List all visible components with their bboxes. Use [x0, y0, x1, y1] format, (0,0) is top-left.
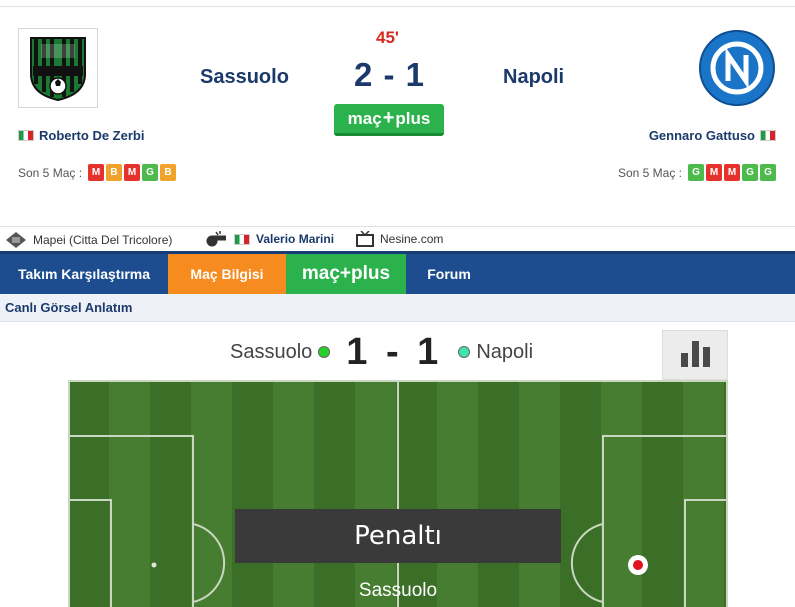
live-away-name: Napoli	[476, 340, 534, 363]
home-color-dot	[318, 346, 331, 358]
away-last-five-form: Son 5 Maç : G M M G G	[618, 164, 776, 181]
match-score: 2 - 1	[354, 56, 426, 93]
home-coach-name[interactable]: Roberto De Zerbi	[39, 128, 144, 143]
form-badge[interactable]: B	[160, 164, 177, 181]
ball-dot-icon	[633, 560, 643, 570]
tab-macplus[interactable]: maç+plus	[286, 254, 406, 294]
form-badge[interactable]: G	[760, 164, 776, 181]
tv-icon	[356, 231, 374, 247]
form-badge[interactable]: M	[724, 164, 740, 181]
macplus-left-text: maç	[347, 108, 382, 128]
away-color-dot	[458, 346, 471, 358]
football-pitch	[68, 380, 728, 607]
referee-name[interactable]: Valerio Marini	[256, 232, 334, 246]
form-badge[interactable]: G	[142, 164, 159, 181]
event-team: Sassuolo	[358, 580, 438, 601]
sassuolo-crest-icon	[30, 37, 86, 102]
home-team-name[interactable]: Sassuolo	[200, 66, 289, 89]
macplus-button[interactable]: maç + plus	[334, 104, 444, 136]
live-home-name: Sassuolo	[230, 340, 313, 363]
referee-info: Valerio Marini	[204, 231, 334, 247]
pitch-lines	[68, 380, 728, 607]
section-title: Canlı Görsel Anlatım	[0, 294, 795, 322]
form-badge[interactable]: M	[706, 164, 722, 181]
live-score: 1 - 1	[346, 330, 443, 373]
napoli-crest-icon	[699, 30, 775, 106]
form-label: Son 5 Maç :	[18, 165, 83, 180]
match-tabs: Takım Karşılaştırma Maç Bilgisi maç+plus…	[0, 251, 795, 294]
whistle-icon	[206, 231, 226, 247]
stadium-icon	[6, 232, 26, 248]
penalty-spot-marker	[628, 555, 648, 575]
italy-flag-icon	[234, 233, 250, 245]
stadium-info: Mapei (Citta Del Tricolore)	[5, 231, 172, 249]
away-coach: Gennaro Gattuso	[649, 128, 776, 143]
stadium-name: Mapei (Citta Del Tricolore)	[33, 233, 173, 247]
live-scoreboard: Sassuolo 1 - 1 Napoli	[230, 330, 534, 373]
bar-chart-icon	[702, 347, 710, 367]
form-badge[interactable]: G	[742, 164, 758, 181]
tv-info: Nesine.com	[356, 231, 443, 247]
match-minute: 45'	[376, 28, 399, 47]
tab-match-info[interactable]: Maç Bilgisi	[168, 254, 286, 294]
tv-channel: Nesine.com	[380, 232, 444, 246]
away-coach-name[interactable]: Gennaro Gattuso	[649, 128, 755, 143]
top-divider	[0, 6, 795, 7]
bar-chart-icon	[691, 341, 699, 367]
stats-chart-button[interactable]	[662, 330, 728, 380]
bar-chart-icon	[680, 353, 688, 367]
macplus-right-text: plus	[395, 108, 431, 128]
event-banner: Penaltı	[235, 509, 561, 563]
form-badge[interactable]: M	[124, 164, 141, 181]
form-label: Son 5 Maç :	[617, 165, 682, 180]
home-last-five-form: Son 5 Maç : M B M G B	[18, 164, 177, 181]
italy-flag-icon	[760, 130, 776, 141]
home-coach: Roberto De Zerbi	[18, 128, 144, 143]
tab-forum[interactable]: Forum	[406, 254, 492, 294]
away-team-logo[interactable]	[697, 28, 777, 108]
home-team-logo[interactable]	[18, 28, 98, 108]
match-info-row: Mapei (Citta Del Tricolore) Valerio Mari…	[0, 226, 795, 251]
tab-team-comparison[interactable]: Takım Karşılaştırma	[0, 254, 168, 294]
macplus-plus-text: +	[382, 107, 395, 129]
away-team-name[interactable]: Napoli	[503, 66, 564, 89]
form-badge[interactable]: B	[106, 164, 123, 181]
italy-flag-icon	[18, 130, 34, 141]
form-badge[interactable]: M	[88, 164, 105, 181]
form-badge[interactable]: G	[688, 164, 704, 181]
